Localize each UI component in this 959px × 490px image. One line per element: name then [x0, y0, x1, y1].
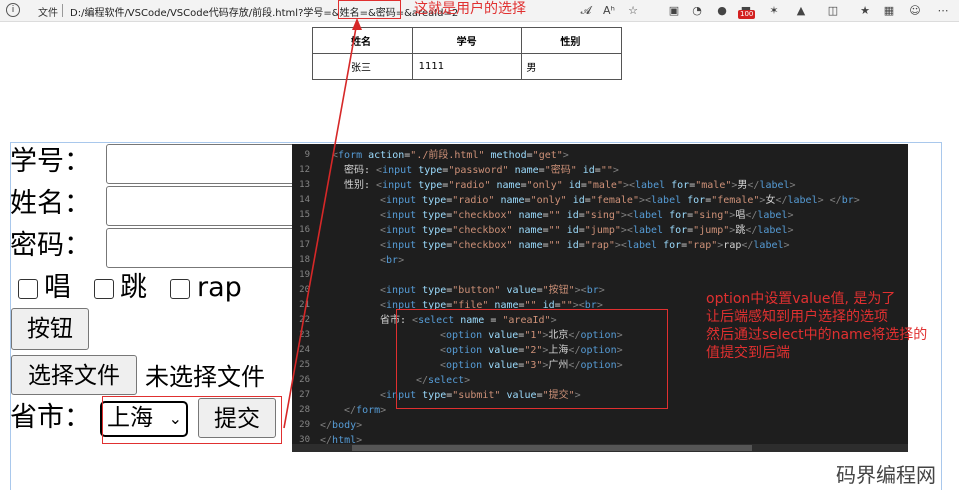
read-aloud-icon[interactable]: Aʰ — [601, 3, 617, 19]
line-number: 15 — [299, 210, 310, 220]
favorite-icon[interactable]: ☆ — [625, 3, 641, 19]
code-line: <input type="checkbox" name="" id="rap">… — [380, 240, 790, 251]
password-label: 密码： — [10, 230, 91, 261]
line-number: 27 — [299, 390, 310, 400]
table-header: 姓名 — [312, 27, 413, 54]
extension-icon[interactable]: ✶ — [766, 3, 782, 19]
code-highlight-box — [396, 309, 668, 409]
profile-icon[interactable]: ☺ — [907, 3, 923, 19]
rap-label[interactable]: rap — [197, 272, 242, 304]
horizontal-scrollbar[interactable] — [292, 444, 908, 452]
line-number: 19 — [299, 270, 310, 280]
extension-icon[interactable]: ▣ — [666, 3, 682, 19]
table-cell: 张三 — [312, 53, 413, 80]
line-number: 17 — [299, 240, 310, 250]
code-line: 密码: <input type="password" name="密码" id=… — [344, 165, 619, 176]
annotation-line: 然后通过select中的name将选择的 — [706, 327, 928, 343]
favorites-icon[interactable]: ★ — [857, 3, 873, 19]
code-line: <input type="checkbox" name="" id="jump"… — [380, 225, 794, 236]
font-size-icon[interactable]: 𝓐 — [578, 3, 594, 19]
line-number: 28 — [299, 405, 310, 415]
line-number: 9 — [304, 150, 310, 160]
line-number: 14 — [299, 195, 310, 205]
scrollbar-thumb[interactable] — [352, 445, 752, 451]
extension-icon[interactable]: ● — [714, 3, 730, 19]
line-number: 25 — [299, 360, 310, 370]
info-icon[interactable]: i — [6, 3, 20, 17]
student-id-label: 学号： — [10, 146, 91, 177]
annotation-line: 让后端感知到用户选择的选项 — [706, 309, 888, 325]
line-number: 12 — [299, 165, 310, 175]
code-line: 性别: <input type="radio" name="only" id="… — [344, 180, 796, 191]
table-header: 性别 — [521, 27, 622, 54]
line-number: 18 — [299, 255, 310, 265]
code-line: </body> — [320, 420, 363, 431]
extension-icon[interactable]: ◔ — [689, 3, 705, 19]
plain-button[interactable]: 按钮 — [11, 308, 89, 350]
jump-label[interactable]: 跳 — [120, 272, 147, 304]
sing-label[interactable]: 唱 — [44, 272, 71, 304]
code-line: <br> — [380, 255, 405, 266]
extension-badge: 100 — [738, 10, 756, 19]
code-line: <input type="radio" name="only" id="fema… — [380, 195, 860, 206]
annotation-code: option中设置value值, 是为了 让后端感知到用户选择的选项 然后通过s… — [706, 290, 927, 362]
result-table: 姓名 学号 性别 张三 1111 男 — [312, 27, 622, 80]
annotation-line: option中设置value值, 是为了 — [706, 291, 896, 307]
jump-checkbox[interactable] — [94, 279, 114, 299]
divider — [62, 4, 63, 17]
table-header-row: 姓名 学号 性别 — [312, 27, 622, 54]
collections-icon[interactable]: ▦ — [881, 3, 897, 19]
line-number: 24 — [299, 345, 310, 355]
name-label: 姓名： — [10, 188, 91, 219]
more-icon[interactable]: ⋯ — [935, 3, 951, 19]
split-icon[interactable]: ◫ — [825, 3, 841, 19]
rap-checkbox[interactable] — [170, 279, 190, 299]
table-cell: 男 — [521, 53, 622, 80]
table-cell: 1111 — [411, 53, 523, 80]
line-number: 22 — [299, 315, 310, 325]
code-line: <input type="checkbox" name="" id="sing"… — [380, 210, 794, 221]
line-number: 21 — [299, 300, 310, 310]
line-number: 26 — [299, 375, 310, 385]
code-line: <input type="button" value="按钮"><br> — [380, 285, 605, 296]
province-label: 省市： — [10, 402, 91, 433]
watermark: 码界编程网 — [836, 463, 936, 487]
line-number: 29 — [299, 420, 310, 430]
annotation-top: 这就是用户的选择 — [414, 1, 526, 17]
annotation-line: 值提交到后端 — [706, 345, 790, 361]
line-number: 16 — [299, 225, 310, 235]
table-header: 学号 — [411, 27, 523, 54]
choose-file-button[interactable]: 选择文件 — [11, 355, 137, 395]
file-label: 文件 — [38, 8, 58, 19]
sing-checkbox[interactable] — [18, 279, 38, 299]
file-status-text: 未选择文件 — [145, 363, 265, 391]
line-number: 20 — [299, 285, 310, 295]
line-number: 23 — [299, 330, 310, 340]
url-highlight-box — [338, 0, 401, 19]
select-highlight-box — [102, 396, 282, 444]
code-line: <form action="./前段.html" method="get"> — [332, 150, 569, 161]
extension-icon[interactable]: ▲ — [793, 3, 809, 19]
table-row: 张三 1111 男 — [312, 53, 622, 80]
code-line: </form> — [344, 405, 387, 416]
line-number: 13 — [299, 180, 310, 190]
